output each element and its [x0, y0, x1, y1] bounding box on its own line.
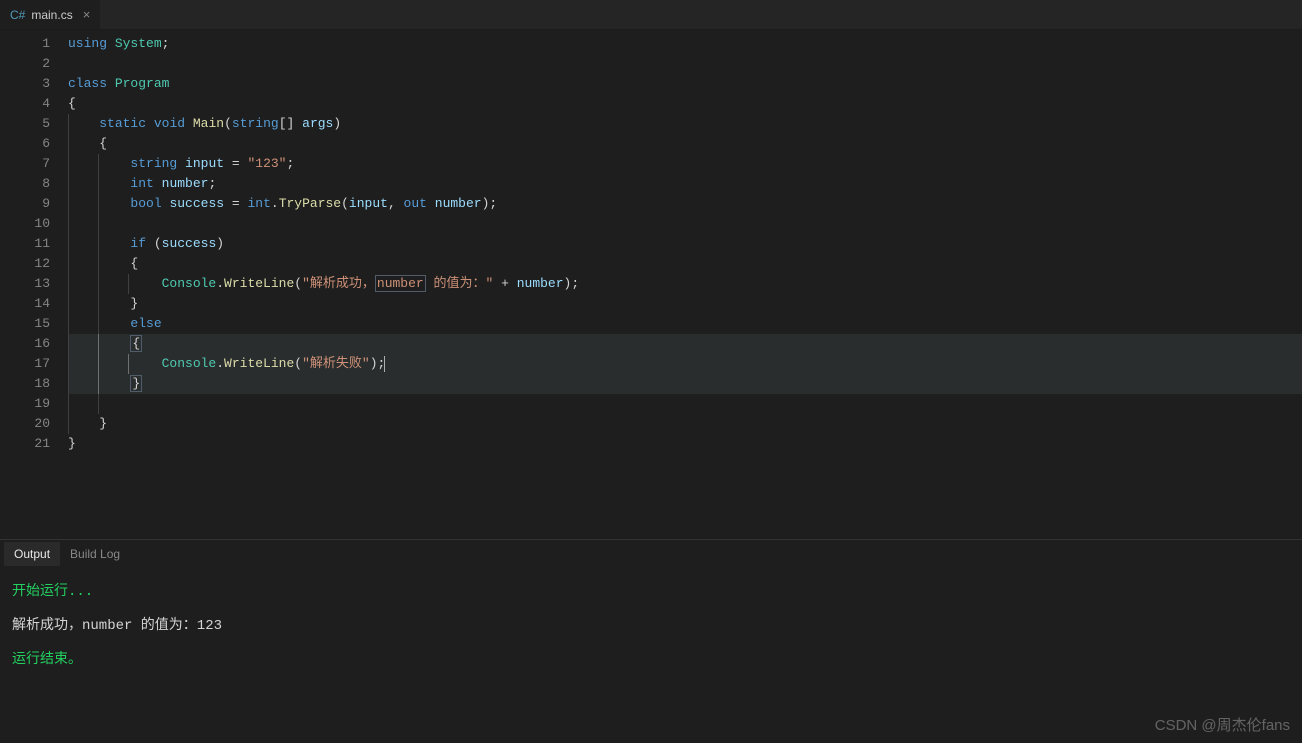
line-gutter: 123 456 789 101112 131415 161718 192021	[0, 30, 68, 539]
code-line: bool success = int.TryParse(input, out n…	[68, 194, 1302, 214]
code-line	[68, 214, 1302, 234]
output-panel: Output Build Log 开始运行... 解析成功，number 的值为…	[0, 539, 1302, 743]
code-line: }	[68, 374, 1302, 394]
csharp-file-icon: C#	[10, 8, 25, 22]
tab-output[interactable]: Output	[4, 542, 60, 566]
file-tab[interactable]: C# main.cs ×	[0, 0, 100, 29]
output-line: 运行结束。	[12, 646, 1290, 674]
code-area[interactable]: using System; class Program { static voi…	[68, 30, 1302, 539]
code-line: }	[68, 414, 1302, 434]
selection-match: number	[375, 275, 426, 292]
code-line: using System;	[68, 34, 1302, 54]
code-line: string input = "123";	[68, 154, 1302, 174]
panel-tabs: Output Build Log	[0, 540, 1302, 568]
output-line: 开始运行...	[12, 578, 1290, 606]
code-line: {	[68, 254, 1302, 274]
code-line: Console.WriteLine("解析成功，number 的值为：" + n…	[68, 274, 1302, 294]
code-line: int number;	[68, 174, 1302, 194]
output-body[interactable]: 开始运行... 解析成功，number 的值为：123 运行结束。	[0, 568, 1302, 743]
code-line: if (success)	[68, 234, 1302, 254]
editor[interactable]: 123 456 789 101112 131415 161718 192021 …	[0, 30, 1302, 539]
tab-bar: C# main.cs ×	[0, 0, 1302, 30]
output-line: 解析成功，number 的值为：123	[12, 612, 1290, 640]
code-line: {	[68, 334, 1302, 354]
close-icon[interactable]: ×	[79, 7, 91, 22]
code-line: static void Main(string[] args)	[68, 114, 1302, 134]
code-line: {	[68, 94, 1302, 114]
code-line	[68, 54, 1302, 74]
text-cursor	[384, 356, 385, 372]
code-line-current: Console.WriteLine("解析失败");	[68, 354, 1302, 374]
code-line: }	[68, 294, 1302, 314]
code-line: }	[68, 434, 1302, 454]
code-line: else	[68, 314, 1302, 334]
code-line: class Program	[68, 74, 1302, 94]
code-line	[68, 394, 1302, 414]
code-line: {	[68, 134, 1302, 154]
tab-filename: main.cs	[31, 8, 72, 22]
tab-build-log[interactable]: Build Log	[60, 542, 130, 566]
